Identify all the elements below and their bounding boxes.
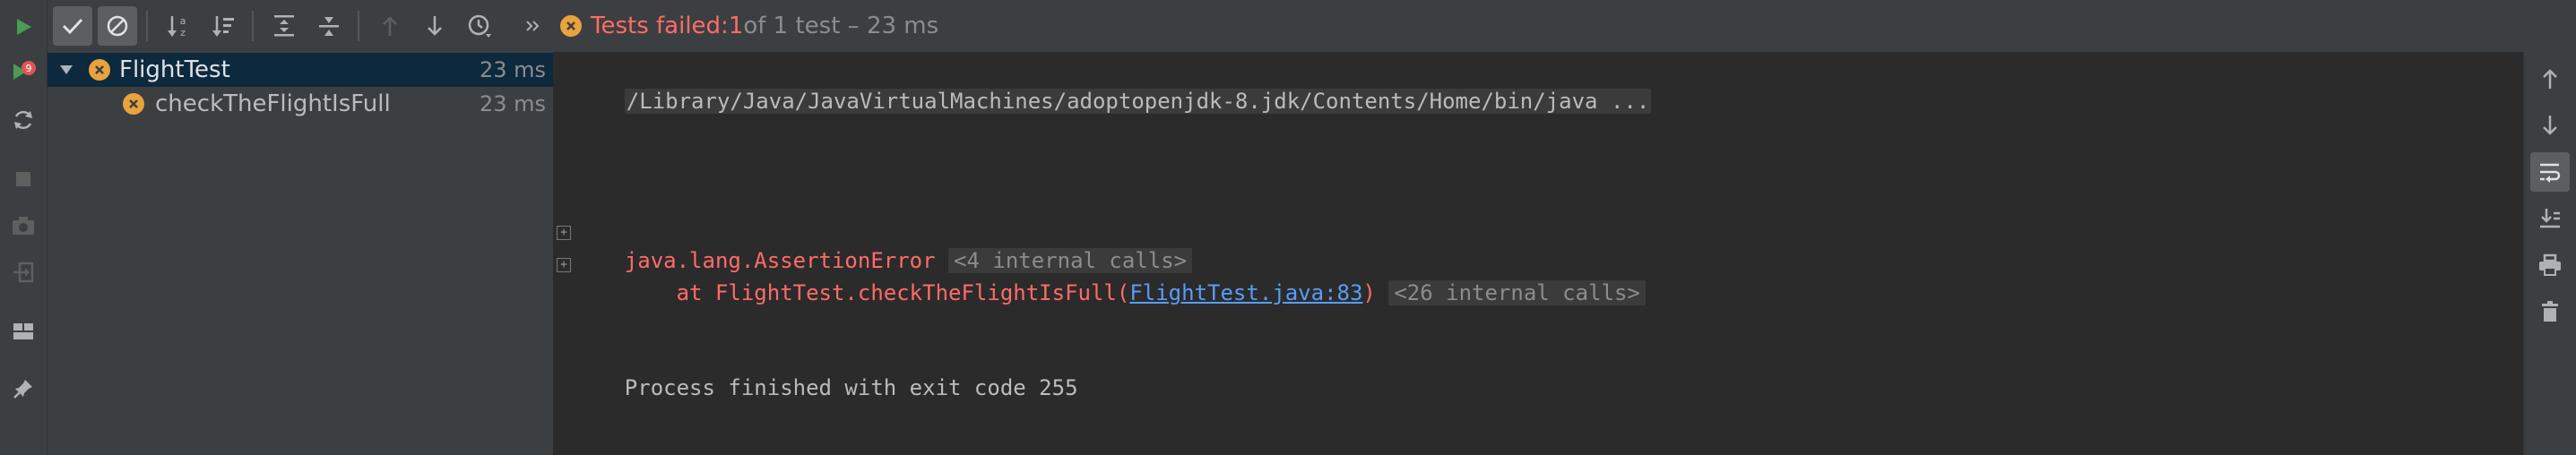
more-icon[interactable] <box>514 6 553 46</box>
sort-alpha-icon[interactable]: az <box>159 6 198 46</box>
layout-icon[interactable] <box>4 312 43 351</box>
stop-icon[interactable] <box>4 159 43 199</box>
exit-icon[interactable] <box>4 253 43 292</box>
print-icon[interactable] <box>2530 245 2570 285</box>
toolbar-separator <box>252 11 254 41</box>
pin-icon[interactable] <box>4 369 43 408</box>
status-summary: of 1 test – 23 ms <box>743 13 939 39</box>
expand-all-icon[interactable] <box>264 6 304 46</box>
next-failed-icon[interactable] <box>415 6 454 46</box>
rerun-failed-icon[interactable]: 9 <box>4 54 43 93</box>
run-icon[interactable] <box>4 7 43 47</box>
toolbar-separator <box>358 11 359 41</box>
tree-item-checktheflightisfull[interactable]: checkTheFlightIsFull 23 ms <box>48 87 553 121</box>
console-output[interactable]: /Library/Java/JavaVirtualMachines/adopto… <box>555 52 2523 455</box>
show-passed-icon[interactable] <box>53 6 92 46</box>
right-tool-strip <box>2523 52 2576 455</box>
command-text[interactable]: /Library/Java/JavaVirtualMachines/adopto… <box>624 89 1652 114</box>
toolbar-separator <box>146 11 148 41</box>
expand-arrow-icon[interactable] <box>58 64 78 76</box>
sort-duration-icon[interactable] <box>203 6 243 46</box>
test-failed-icon <box>89 59 110 81</box>
test-status: Tests failed: 1 of 1 test – 23 ms <box>560 0 938 52</box>
test-tree: FlightTest 23 ms checkTheFlightIsFull 23… <box>48 52 555 455</box>
status-failed-label: Tests failed: <box>591 13 729 39</box>
tree-item-time: 23 ms <box>479 91 546 116</box>
exit-text: Process finished with exit code 255 <box>624 375 1078 400</box>
tree-item-label: checkTheFlightIsFull <box>155 90 391 117</box>
show-ignored-icon[interactable] <box>98 6 137 46</box>
status-failed-count: 1 <box>728 13 744 39</box>
console-exit-line: Process finished with exit code 255 <box>573 342 1078 400</box>
stack-prefix: at FlightTest.checkTheFlightIsFull( <box>624 280 1130 305</box>
left-tool-strip: 9 <box>0 0 48 455</box>
fold-expand-icon[interactable]: + <box>557 258 571 272</box>
tree-item-label: FlightTest <box>119 56 230 83</box>
tree-item-flighttest[interactable]: FlightTest 23 ms <box>48 53 553 87</box>
collapse-all-icon[interactable] <box>309 6 349 46</box>
console-stack-line: at FlightTest.checkTheFlightIsFull(Fligh… <box>573 247 1646 305</box>
console-command-line[interactable]: /Library/Java/JavaVirtualMachines/adopto… <box>573 56 1652 114</box>
down-arrow-icon[interactable] <box>2530 106 2570 145</box>
toggle-auto-test-icon[interactable] <box>4 100 43 140</box>
svg-text:9: 9 <box>26 63 32 74</box>
fold-expand-icon[interactable]: + <box>557 226 571 240</box>
trash-icon[interactable] <box>2530 292 2570 331</box>
console-error-line: java.lang.AssertionError <4 internal cal… <box>573 215 1193 273</box>
soft-wrap-icon[interactable] <box>2530 152 2570 192</box>
source-link[interactable]: FlightTest.java:83 <box>1129 280 1362 305</box>
test-runner-toolbar: az Tests failed: 1 of 1 test – 23 ms <box>48 0 2576 53</box>
up-arrow-icon[interactable] <box>2530 59 2570 99</box>
svg-text:z: z <box>180 27 186 39</box>
stack-suffix: ) <box>1362 280 1376 305</box>
svg-text:a: a <box>180 15 186 27</box>
scroll-end-icon[interactable] <box>2530 199 2570 238</box>
camera-icon[interactable] <box>4 206 43 245</box>
test-failed-icon <box>560 15 582 37</box>
tree-item-time: 23 ms <box>479 57 546 82</box>
test-failed-icon <box>123 93 144 115</box>
internal-calls-fold[interactable]: <26 internal calls> <box>1388 280 1646 305</box>
prev-failed-icon[interactable] <box>370 6 410 46</box>
history-icon[interactable] <box>460 6 499 46</box>
